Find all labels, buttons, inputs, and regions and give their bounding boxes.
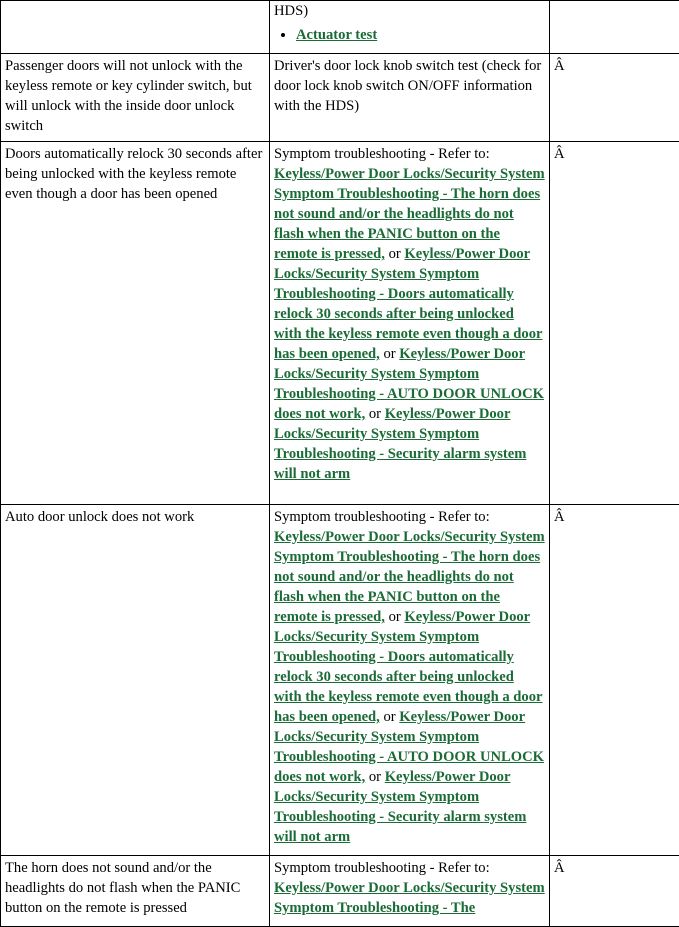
link-separator: or — [380, 346, 399, 362]
list-item: Actuator test — [296, 25, 545, 45]
cell-notes — [550, 1, 679, 54]
reference-link[interactable]: Keyless/Power Door Locks/Security System… — [274, 246, 542, 362]
cell-action: Symptom troubleshooting - Refer to: Keyl… — [270, 856, 550, 927]
cell-notes: Â — [550, 54, 679, 142]
action-intro-text: Symptom troubleshooting - Refer to: — [274, 509, 490, 525]
table-row: Auto door unlock does not work Symptom t… — [1, 505, 679, 856]
actuator-test-list: Actuator test — [274, 25, 545, 45]
cell-symptom: Auto door unlock does not work — [1, 505, 270, 856]
link-separator: or — [365, 406, 384, 422]
action-intro-text: Driver's door lock knob switch test (che… — [274, 58, 541, 114]
table-row: Passenger doors will not unlock with the… — [1, 54, 679, 142]
symptom-text: Doors automatically relock 30 seconds af… — [5, 146, 262, 202]
link-separator: or — [385, 246, 404, 262]
action-intro-text: Symptom troubleshooting - Refer to: — [274, 146, 490, 162]
table-row: Doors automatically relock 30 seconds af… — [1, 142, 679, 505]
cell-notes: Â — [550, 505, 679, 856]
notes-text: Â — [554, 58, 565, 74]
reference-link[interactable]: Keyless/Power Door Locks/Security System… — [274, 609, 542, 725]
cell-symptom: Passenger doors will not unlock with the… — [1, 54, 270, 142]
notes-text: Â — [554, 509, 565, 525]
link-separator: or — [380, 709, 399, 725]
cell-symptom: Doors automatically relock 30 seconds af… — [1, 142, 270, 505]
cell-symptom: The horn does not sound and/or the headl… — [1, 856, 270, 927]
cell-action: HDS) Actuator test — [270, 1, 550, 54]
symptom-troubleshooting-table: HDS) Actuator test Passenger doors will … — [0, 0, 679, 927]
link-separator: or — [365, 769, 384, 785]
symptom-text: Auto door unlock does not work — [5, 509, 194, 525]
cell-action: Driver's door lock knob switch test (che… — [270, 54, 550, 142]
notes-text: Â — [554, 860, 565, 876]
cell-notes: Â — [550, 142, 679, 505]
table-row: The horn does not sound and/or the headl… — [1, 856, 679, 927]
table-row: HDS) Actuator test — [1, 1, 679, 54]
symptom-text: Passenger doors will not unlock with the… — [5, 58, 252, 134]
action-text-tail: HDS) — [274, 1, 545, 21]
notes-text: Â — [554, 146, 565, 162]
reference-link[interactable]: Keyless/Power Door Locks/Security System… — [274, 880, 545, 916]
cell-action: Symptom troubleshooting - Refer to: Keyl… — [270, 142, 550, 505]
cell-action: Symptom troubleshooting - Refer to: Keyl… — [270, 505, 550, 856]
action-intro-text: Symptom troubleshooting - Refer to: — [274, 860, 490, 876]
link-separator: or — [385, 609, 404, 625]
cell-notes: Â — [550, 856, 679, 927]
cell-symptom — [1, 1, 270, 54]
symptom-text: The horn does not sound and/or the headl… — [5, 860, 240, 916]
link-actuator-test[interactable]: Actuator test — [296, 27, 377, 43]
